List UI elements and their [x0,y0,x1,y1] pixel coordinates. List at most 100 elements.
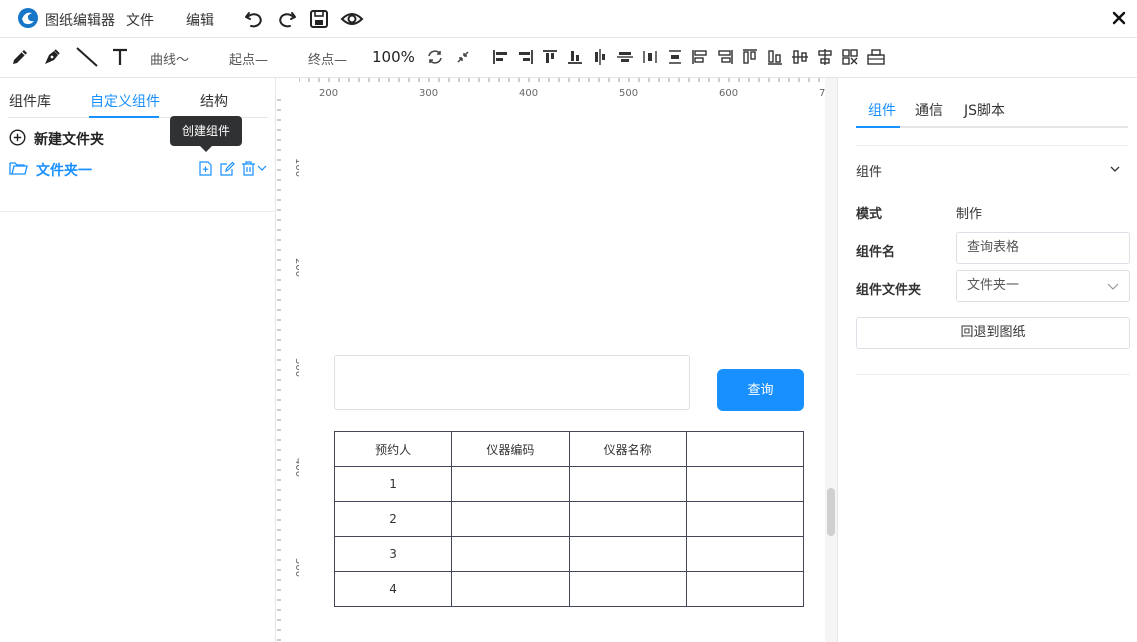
ruler-label: 300 [419,88,438,99]
align-top-icon[interactable] [541,48,559,66]
bottom-edge-icon[interactable] [766,48,784,66]
section-title[interactable]: 组件 [856,161,882,180]
left-edge-icon[interactable] [691,48,709,66]
align-bottom-icon[interactable] [566,48,584,66]
query-button[interactable]: 查询 [717,369,804,411]
tab-active-indicator [89,116,159,118]
right-panel: 组件 通信 JS脚本 组件 模式 制作 组件名 查询表格 组件文件夹 文件夹一 … [837,78,1137,642]
query-result-table[interactable]: 预约人 仪器编码 仪器名称 1 2 3 4 [333,431,805,607]
center-vertical-icon[interactable] [791,48,809,66]
delete-icon[interactable] [241,161,256,176]
table-cell [568,536,687,572]
text-tool-icon[interactable] [110,46,130,68]
zoom-level[interactable]: 100% [372,48,415,66]
component-name-label: 组件名 [856,245,896,260]
table-cell: 3 [333,536,453,572]
center-horizontal-icon[interactable] [816,48,834,66]
canvas-scrollbar[interactable] [825,78,837,642]
align-center-h-icon[interactable] [616,48,634,66]
right-edge-icon[interactable] [716,48,734,66]
table-header-cell: 仪器编码 [451,431,570,467]
component-folder-select[interactable]: 文件夹一 [956,270,1130,302]
pen-icon[interactable] [41,46,63,68]
tab-js-script[interactable]: JS脚本 [964,100,1005,120]
shrink-icon[interactable] [454,48,472,66]
component-icon[interactable] [866,48,886,66]
chevron-down-icon[interactable] [257,164,267,172]
folder-item[interactable]: 文件夹一 [9,158,269,180]
preview-eye-icon[interactable] [340,8,364,30]
selected-folder: 文件夹一 [967,278,1020,293]
redo-icon[interactable] [276,8,298,30]
component-name-input[interactable]: 查询表格 [956,232,1130,264]
left-panel: 组件库 自定义组件 结构 创建组件 新建文件夹 文件夹一 [0,78,276,642]
divider [0,211,276,212]
ruler-label: 500 [619,88,638,99]
ruler-label: 500 [293,558,299,577]
save-icon[interactable] [308,8,330,30]
app-title: 图纸编辑器 [45,13,115,29]
tooltip-arrow [200,146,212,152]
group-icon[interactable] [841,48,859,66]
table-cell [685,536,805,572]
component-folder-label: 组件文件夹 [856,283,922,298]
table-cell: 4 [333,571,453,607]
table-header-cell [685,431,805,467]
align-right-icon[interactable] [516,48,534,66]
chevron-down-icon[interactable] [1108,162,1122,176]
table-cell: 2 [333,501,453,537]
ruler-label: 400 [293,458,299,477]
table-cell [685,466,805,502]
new-folder-label: 新建文件夹 [34,132,104,148]
distribute-v-icon[interactable] [666,48,684,66]
ruler-horizontal: 200 300 400 500 600 7 [277,78,825,100]
table-cell [685,571,805,607]
close-icon[interactable] [1108,7,1130,29]
ruler-label: 300 [293,358,299,377]
tab-custom-components[interactable]: 自定义组件 [90,91,160,111]
scroll-handle[interactable] [827,488,835,536]
tab-component-library[interactable]: 组件库 [9,91,51,111]
align-center-v-icon[interactable] [591,48,609,66]
ruler-label: 400 [519,88,538,99]
table-header-cell: 预约人 [333,431,453,467]
line-icon[interactable] [75,46,99,68]
title-bar: 图纸编辑器 文件 编辑 [0,0,1137,38]
tab-structure[interactable]: 结构 [200,91,228,111]
start-point-select[interactable]: 起点— [229,49,268,68]
table-header-cell: 仪器名称 [568,431,687,467]
edit-icon[interactable] [220,161,235,176]
table-row: 1 [333,466,805,502]
tab-component[interactable]: 组件 [868,100,896,120]
query-input-box[interactable] [334,355,690,410]
table-header-row: 预约人 仪器编码 仪器名称 [333,431,805,467]
end-point-select[interactable]: 终点— [308,49,347,68]
menu-edit[interactable]: 编辑 [186,10,214,30]
ruler-vertical: 100 200 300 400 500 [277,78,299,642]
pencil-icon[interactable] [9,46,31,68]
table-cell: 1 [333,466,453,502]
divider [856,145,1128,146]
menu-file[interactable]: 文件 [126,10,154,30]
table-cell [568,501,687,537]
folder-icon [9,162,28,175]
ruler-label: 600 [719,88,738,99]
toolbar: 曲线～ 起点— 终点— 100% [0,38,1137,78]
distribute-h-icon[interactable] [641,48,659,66]
create-component-tooltip: 创建组件 [170,116,242,146]
top-edge-icon[interactable] [741,48,759,66]
mode-value: 制作 [956,207,983,222]
align-left-icon[interactable] [492,48,510,66]
divider [856,374,1130,375]
refresh-icon[interactable] [426,48,444,66]
undo-icon[interactable] [243,8,265,30]
curve-tool[interactable]: 曲线～ [150,49,189,68]
add-file-icon[interactable] [198,161,213,176]
app-logo-icon [18,8,38,28]
table-cell [451,466,570,502]
table-cell [451,536,570,572]
back-to-drawing-button[interactable]: 回退到图纸 [856,317,1130,349]
tab-communication[interactable]: 通信 [915,100,943,120]
mode-label: 模式 [856,207,883,222]
chevron-down-icon [1107,283,1119,290]
